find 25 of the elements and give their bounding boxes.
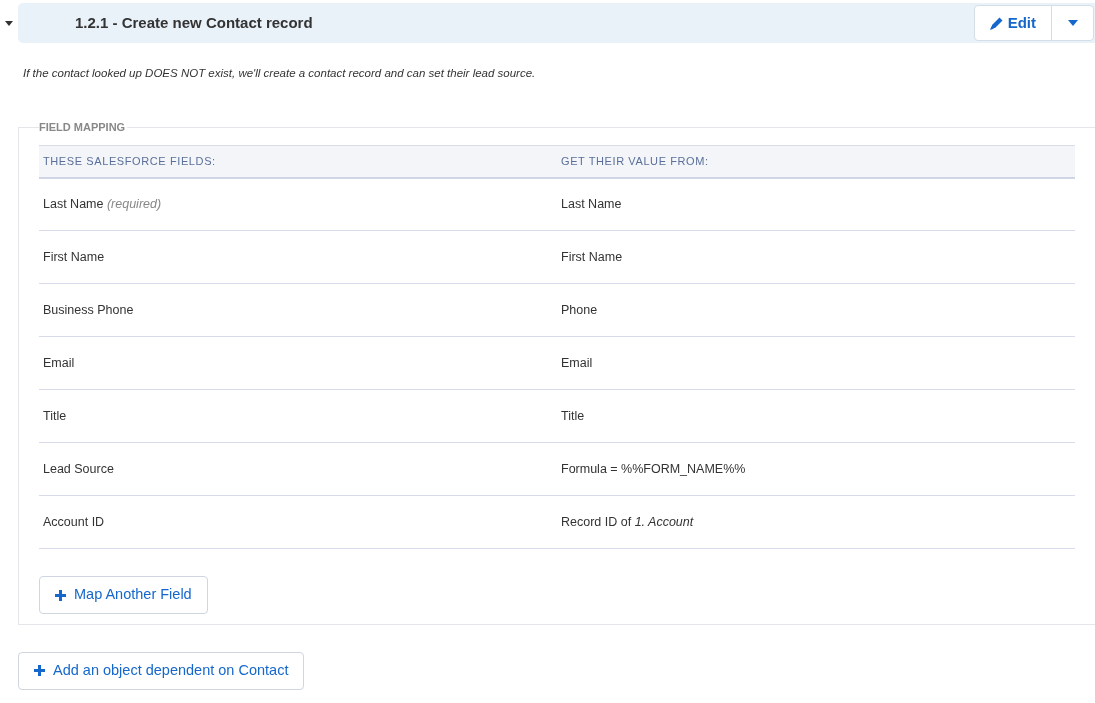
description-text: If the contact looked up DOES NOT exist, we'll create a contact record and can set their lead source. xyxy=(23,66,537,81)
table-cell: Formula = %%FORM_NAME%% xyxy=(557,442,1075,496)
caret-icon xyxy=(1067,20,1078,26)
pencil-icon xyxy=(989,16,1003,30)
table-cell: Email xyxy=(39,336,557,390)
map-field-button[interactable]: Map Another Field xyxy=(39,576,208,614)
table-cell: Last Name xyxy=(557,177,1075,231)
table-cell: Title xyxy=(557,389,1075,443)
column-header: GET THEIR VALUE FROM: xyxy=(557,145,1075,178)
table-cell: Last Name (required) xyxy=(39,177,557,231)
table-cell: Business Phone xyxy=(39,283,557,337)
table-cell: First Name xyxy=(39,230,557,284)
plus-icon xyxy=(34,665,45,677)
caret-icon xyxy=(5,20,13,26)
plus-icon xyxy=(55,589,66,601)
table-cell: Lead Source xyxy=(39,442,557,496)
section-title: 1.2.1 - Create new Contact record xyxy=(75,12,313,33)
table-cell: Record ID of 1. Account xyxy=(557,495,1075,549)
column-header: THESE SALESFORCE FIELDS: xyxy=(39,145,557,178)
table-cell: Phone xyxy=(557,283,1075,337)
table-cell: Email xyxy=(557,336,1075,390)
table-cell: Title xyxy=(39,389,557,443)
table-cell: First Name xyxy=(557,230,1075,284)
add-object-button[interactable]: Add an object dependent on Contact xyxy=(18,652,305,690)
table-cell: Account ID xyxy=(39,495,557,549)
